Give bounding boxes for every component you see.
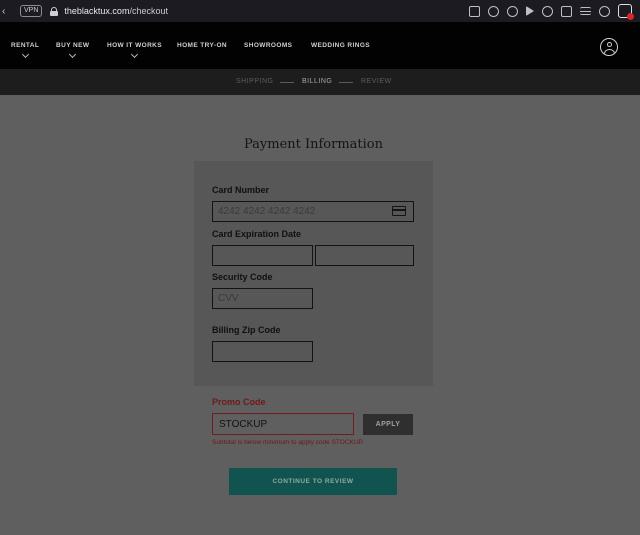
- account-icon[interactable]: [600, 38, 618, 56]
- chevron-down-icon: [69, 50, 77, 59]
- page-title: Payment Information: [243, 137, 384, 152]
- nav-how-it-works[interactable]: HOW IT WORKS: [107, 42, 162, 59]
- menu-icon[interactable]: [580, 7, 591, 15]
- extension-icon[interactable]: [618, 4, 634, 20]
- nav-label: SHOWROOMS: [244, 42, 293, 49]
- browser-toolbar: ‹ VPN theblacktux.com/checkout: [0, 0, 640, 22]
- security-code-label: Security Code: [212, 272, 273, 282]
- security-code-placeholder: CVV: [218, 293, 239, 304]
- site-nav: RENTAL BUY NEW HOW IT WORKS HOME TRY-ON …: [0, 22, 640, 69]
- credit-card-icon: [392, 206, 406, 216]
- nav-label: BUY NEW: [56, 42, 90, 49]
- browser-actions: [469, 0, 634, 22]
- step-shipping[interactable]: SHIPPING: [236, 78, 273, 85]
- play-icon[interactable]: [526, 6, 534, 16]
- card-number-label: Card Number: [212, 185, 270, 195]
- nav-wedding-rings[interactable]: WEDDING RINGS: [311, 42, 370, 49]
- step-divider: [339, 82, 353, 83]
- step-billing: BILLING: [302, 78, 333, 85]
- camera-icon[interactable]: [488, 5, 499, 17]
- step-divider: [280, 82, 294, 83]
- apply-button[interactable]: APPLY: [363, 414, 413, 435]
- nav-label: WEDDING RINGS: [311, 42, 371, 49]
- lock-icon[interactable]: [50, 6, 59, 16]
- step-review: REVIEW: [361, 78, 392, 85]
- checkout-steps: SHIPPING BILLING REVIEW: [0, 69, 640, 95]
- share-icon[interactable]: [469, 5, 480, 17]
- nav-label: RENTAL: [11, 42, 40, 49]
- card-number-field[interactable]: 4242 4242 4242 4242: [212, 201, 414, 222]
- nav-label: HOME TRY-ON: [177, 42, 228, 49]
- billing-zip-label: Billing Zip Code: [212, 325, 281, 335]
- nav-rental[interactable]: RENTAL: [11, 42, 40, 59]
- address-bar[interactable]: theblacktux.com/checkout: [64, 6, 168, 16]
- chevron-left-icon[interactable]: ‹: [2, 6, 12, 17]
- nav-label: HOW IT WORKS: [107, 42, 162, 49]
- promo-code-label: Promo Code: [212, 397, 266, 407]
- continue-to-review-button[interactable]: CONTINUE TO REVIEW: [229, 468, 397, 495]
- security-code-field[interactable]: CVV: [212, 288, 313, 309]
- promo-code-input[interactable]: STOCKUP: [212, 413, 354, 435]
- shield-icon[interactable]: [507, 5, 518, 17]
- heart-icon[interactable]: [542, 5, 553, 17]
- download-icon[interactable]: [561, 5, 572, 17]
- expiration-label: Card Expiration Date: [212, 229, 302, 239]
- nav-buy-new[interactable]: BUY NEW: [56, 42, 90, 59]
- profile-icon[interactable]: [599, 5, 610, 17]
- billing-zip-field[interactable]: [212, 341, 313, 362]
- promo-error-message: Subtotal is below minimum to apply code …: [212, 439, 364, 446]
- chevron-down-icon: [130, 50, 139, 59]
- url-host: theblacktux.com: [64, 6, 130, 16]
- vpn-badge[interactable]: VPN: [20, 5, 43, 17]
- nav-showrooms[interactable]: SHOWROOMS: [244, 42, 292, 49]
- url-path: /checkout: [129, 6, 168, 16]
- expiration-year-field[interactable]: [315, 245, 414, 266]
- chevron-down-icon: [21, 50, 29, 59]
- expiration-month-field[interactable]: [212, 245, 313, 266]
- card-number-placeholder: 4242 4242 4242 4242: [218, 206, 316, 217]
- nav-home-try-on[interactable]: HOME TRY-ON: [177, 42, 227, 49]
